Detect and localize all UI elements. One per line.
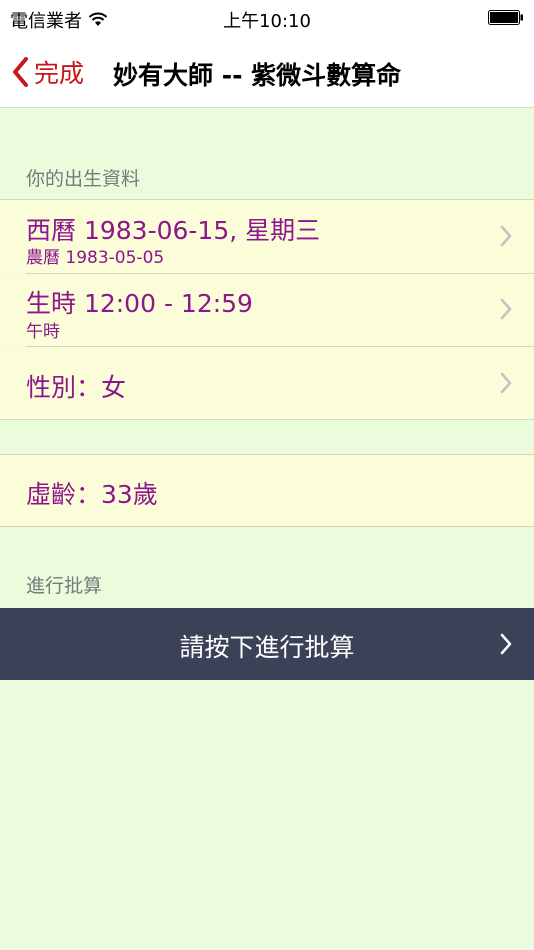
section-bottom-divider	[0, 526, 534, 527]
status-bar: 電信業者 上午10:10	[0, 0, 534, 36]
navigation-bar: 完成 妙有大師 -- 紫微斗數算命	[0, 36, 534, 108]
section-bottom-divider	[0, 419, 534, 420]
chevron-right-icon	[500, 633, 512, 655]
chevron-right-icon	[500, 225, 512, 247]
gender-row[interactable]: 性別：女	[0, 347, 534, 419]
battery-icon	[488, 10, 523, 25]
chevron-right-icon	[500, 298, 512, 320]
page-title: 妙有大師 -- 紫微斗數算命	[113, 61, 402, 90]
chevron-right-icon	[500, 372, 512, 394]
gender-label: 性別：女	[26, 373, 127, 402]
solar-date-label: 西曆 1983-06-15, 星期三	[26, 216, 321, 245]
chevron-left-icon	[13, 57, 28, 87]
birth-section-header: 你的出生資料	[26, 168, 141, 190]
lunar-date-label: 農曆 1983-05-05	[26, 248, 165, 268]
birth-time-label: 生時 12:00 - 12:59	[26, 289, 253, 318]
status-time: 上午10:10	[223, 11, 311, 32]
back-button[interactable]: 完成	[12, 54, 84, 90]
solar-date-row[interactable]: 西曆 1983-06-15, 星期三 農曆 1983-05-05	[0, 200, 534, 273]
age-row: 虛齡：33歲	[0, 455, 534, 526]
age-label: 虛齡：33歲	[26, 480, 158, 509]
birth-time-row[interactable]: 生時 12:00 - 12:59 午時	[0, 274, 534, 346]
start-calculation-button[interactable]: 請按下進行批算	[0, 608, 534, 680]
back-button-label: 完成	[34, 59, 85, 88]
birth-hour-branch-label: 午時	[26, 322, 60, 342]
start-calculation-label: 請按下進行批算	[179, 633, 355, 662]
action-section-header: 進行批算	[26, 575, 103, 597]
